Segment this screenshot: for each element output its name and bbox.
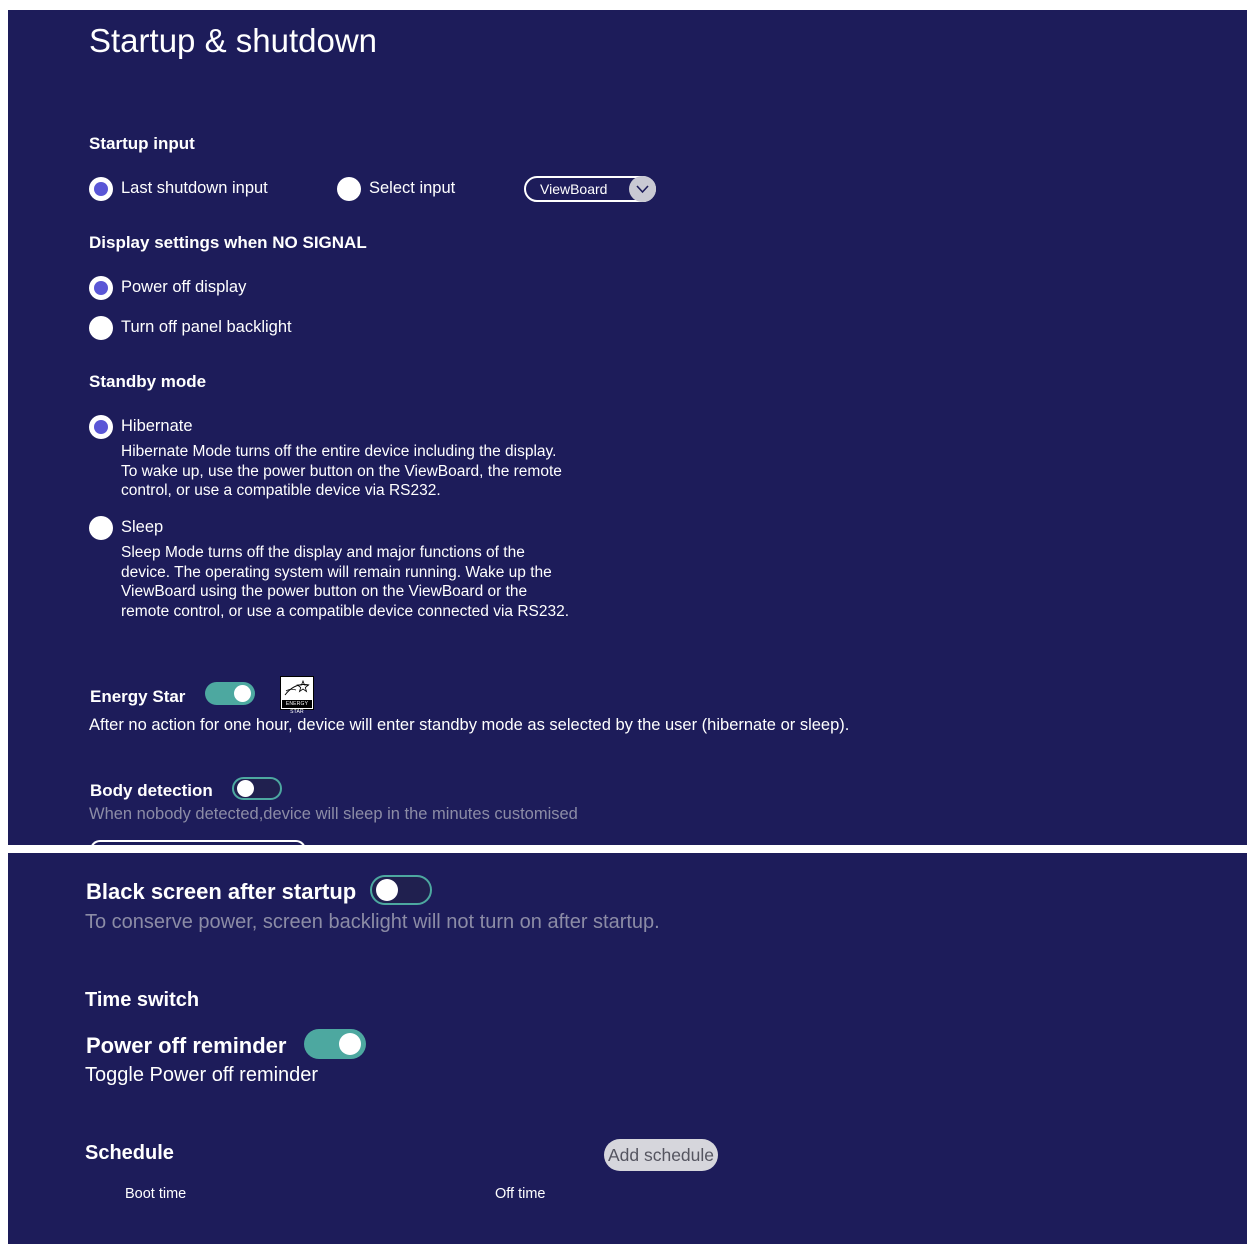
dropdown-value: ViewBoard	[540, 181, 608, 197]
energy-star-logo: ENERGY STAR	[280, 676, 314, 715]
black-screen-label: Black screen after startup	[86, 879, 357, 904]
body-detection-label: Body detection	[90, 781, 213, 800]
radio-button[interactable]	[89, 276, 113, 300]
energy-star-logo-text: ENERGY STAR	[282, 700, 312, 715]
radio-label: Hibernate	[121, 417, 193, 435]
radio-button[interactable]	[337, 177, 361, 201]
body-detection-description: When nobody detected,device will sleep i…	[89, 805, 578, 823]
black-screen-description: To conserve power, screen backlight will…	[85, 911, 660, 933]
settings-panel-bottom: Black screen after startup To conserve p…	[8, 853, 1247, 1244]
toggle-knob	[234, 685, 251, 702]
power-off-reminder-description: Toggle Power off reminder	[85, 1064, 319, 1086]
toggle-knob	[237, 780, 254, 797]
energy-star-label: Energy Star	[90, 687, 186, 706]
radio-label: Select input	[369, 179, 456, 197]
energy-star-description: After no action for one hour, device wil…	[89, 716, 850, 734]
power-off-reminder-label: Power off reminder	[86, 1033, 287, 1058]
radio-button[interactable]	[89, 177, 113, 201]
standby-mode-title: Standby mode	[89, 372, 207, 391]
column-header-off-time: Off time	[495, 1186, 546, 1202]
radio-label: Power off display	[121, 278, 247, 296]
radio-label: Last shutdown input	[121, 179, 268, 197]
energy-star-toggle[interactable]	[205, 682, 255, 705]
no-signal-title: Display settings when NO SIGNAL	[89, 233, 367, 252]
cut-off-control	[90, 840, 306, 845]
power-off-reminder-toggle[interactable]	[304, 1029, 366, 1059]
radio-button[interactable]	[89, 415, 113, 439]
chevron-down-icon[interactable]	[629, 176, 656, 202]
toggle-knob	[376, 879, 398, 901]
sleep-description: Sleep Mode turns off the display and maj…	[121, 544, 570, 620]
radio-button[interactable]	[89, 316, 113, 340]
input-source-dropdown[interactable]: ViewBoard	[524, 176, 656, 202]
radio-label: Turn off panel backlight	[121, 318, 292, 336]
time-switch-title: Time switch	[85, 989, 200, 1011]
toggle-knob	[339, 1033, 361, 1055]
schedule-title: Schedule	[85, 1142, 174, 1164]
page-title: Startup & shutdown	[89, 22, 378, 59]
radio-label: Sleep	[121, 518, 164, 536]
startup-input-title: Startup input	[89, 134, 195, 153]
body-detection-toggle[interactable]	[232, 777, 282, 800]
radio-button[interactable]	[89, 516, 113, 540]
black-screen-toggle[interactable]	[370, 875, 432, 905]
settings-panel-top: Startup & shutdown Startup input Last sh…	[8, 10, 1247, 845]
hibernate-description: Hibernate Mode turns off the entire devi…	[121, 443, 562, 499]
add-schedule-button[interactable]: Add schedule	[604, 1139, 718, 1171]
column-header-boot-time: Boot time	[125, 1186, 187, 1202]
